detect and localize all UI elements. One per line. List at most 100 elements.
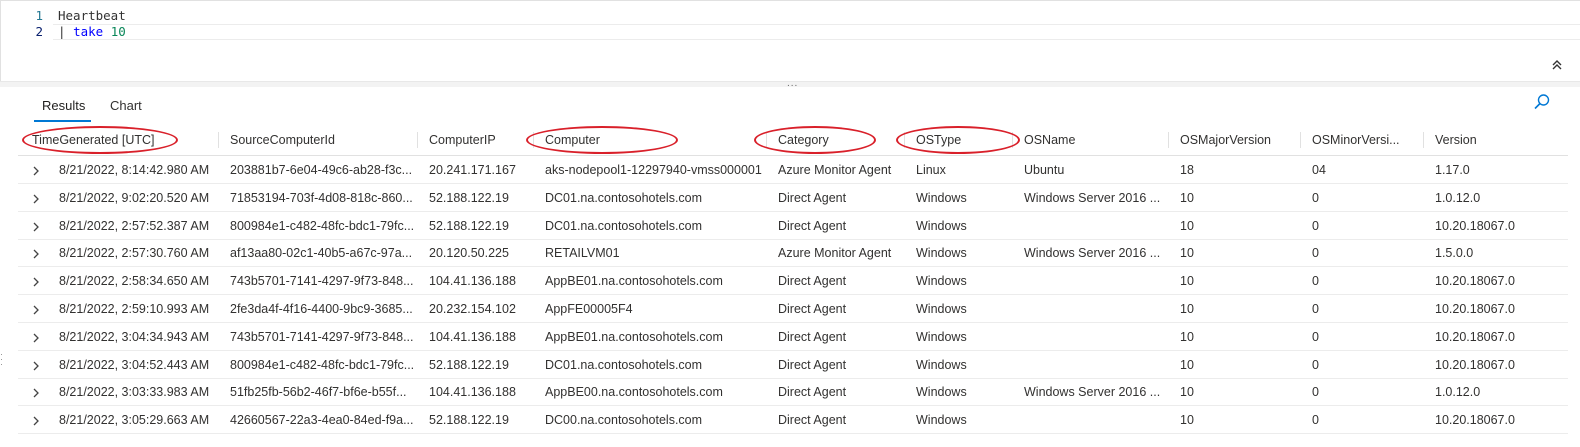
table-row[interactable]: 8/21/2022, 3:04:52.443 AM 800984e1-c482-4…: [18, 351, 1568, 379]
table-cell: 8/21/2022, 2:57:52.387 AM: [59, 218, 210, 233]
column-header[interactable]: SourceComputerId: [230, 124, 420, 156]
chevron-right-icon[interactable]: [32, 359, 42, 371]
table-cell: 18: [1180, 163, 1194, 177]
table-cell: 104.41.136.188: [429, 385, 516, 400]
grid-header: TimeGenerated [UTC] SourceComputerId Compu…: [18, 124, 1568, 156]
table-cell: 800984e1-c482-48fc-bdc1-79fc...: [230, 218, 415, 233]
tab-results[interactable]: Results: [33, 96, 92, 122]
table-row[interactable]: 8/21/2022, 3:05:29.663 AM 42660567-22a3-4…: [18, 406, 1568, 435]
table-cell: [1024, 351, 1174, 379]
pipe-operator: |: [58, 24, 66, 39]
table-cell: Windows: [916, 329, 967, 344]
table-cell: 20.120.50.225: [429, 246, 509, 261]
column-resize-handle[interactable]: [533, 132, 534, 148]
table-row[interactable]: 8/21/2022, 3:03:33.983 AM 51fb25fb-56b2-4…: [18, 378, 1568, 407]
table-cell: 0: [1312, 218, 1319, 233]
table-cell: 0: [1312, 246, 1319, 261]
table-cell: 20.241.171.167: [429, 163, 516, 177]
table-cell: 52.188.122.19: [429, 190, 509, 205]
table-cell: 8/21/2022, 2:58:34.650 AM: [59, 274, 210, 289]
line-number: 1: [35, 8, 43, 23]
table-cell: 10: [1180, 190, 1194, 205]
chevron-right-icon[interactable]: [32, 386, 42, 398]
table-cell: DC00.na.contosohotels.com: [545, 413, 703, 428]
table-cell: Direct Agent: [778, 357, 847, 372]
table-cell: 52.188.122.19: [429, 357, 509, 372]
column-resize-handle[interactable]: [1012, 132, 1013, 148]
chevron-right-icon[interactable]: [32, 220, 42, 232]
table-cell: 8/21/2022, 3:05:29.663 AM: [59, 413, 210, 428]
table-cell: Direct Agent: [778, 274, 847, 289]
table-cell: 10: [1180, 274, 1194, 289]
table-cell: Direct Agent: [778, 385, 847, 400]
table-cell: 10: [1180, 357, 1194, 372]
column-resize-handle[interactable]: [1168, 132, 1169, 148]
table-cell: Windows: [916, 357, 967, 372]
code-line-1[interactable]: 1 Heartbeat: [1, 8, 1580, 24]
left-resize-grip[interactable]: · · ·: [0, 350, 3, 369]
table-row[interactable]: 8/21/2022, 9:02:20.520 AM 71853194-703f-4…: [18, 184, 1568, 212]
table-row[interactable]: 8/21/2022, 2:58:34.650 AM 743b5701-7141-4…: [18, 267, 1568, 296]
table-cell: 10: [1180, 413, 1194, 428]
column-header[interactable]: OSType: [916, 124, 1016, 156]
table-cell: Windows: [916, 246, 967, 261]
column-resize-handle[interactable]: [766, 132, 767, 148]
query-editor[interactable]: 1 Heartbeat 2 | take 10: [0, 0, 1580, 82]
table-row[interactable]: 8/21/2022, 8:14:42.980 AM 203881b7-6e04-4…: [18, 156, 1568, 184]
table-row[interactable]: 8/21/2022, 2:59:10.993 AM 2fe3da4f-4f16-4…: [18, 295, 1568, 323]
table-cell: Direct Agent: [778, 302, 847, 316]
table-cell: Windows Server 2016 ...: [1024, 190, 1161, 205]
column-resize-handle[interactable]: [1300, 132, 1301, 148]
tab-chart[interactable]: Chart: [110, 96, 142, 116]
column-header[interactable]: ComputerIP: [429, 124, 539, 156]
table-cell: Direct Agent: [778, 190, 847, 205]
table-cell: 10.20.18067.0: [1435, 413, 1515, 428]
table-cell: 8/21/2022, 3:04:34.943 AM: [59, 329, 210, 344]
table-row[interactable]: 8/21/2022, 2:57:30.760 AM af13aa80-02c1-4…: [18, 239, 1568, 268]
chevron-right-icon[interactable]: [32, 247, 42, 259]
table-cell: 1.5.0.0: [1435, 246, 1474, 261]
table-cell: 04: [1312, 163, 1326, 177]
search-icon[interactable]: [1533, 93, 1553, 113]
table-cell: Windows: [916, 218, 967, 233]
table-cell: 20.232.154.102: [429, 302, 516, 316]
chevron-right-icon[interactable]: [32, 303, 42, 315]
code-line-2[interactable]: 2 | take 10: [1, 24, 1580, 40]
chevron-right-icon[interactable]: [32, 414, 42, 426]
table-cell: [1024, 212, 1174, 240]
table-cell: AppBE00.na.contosohotels.com: [545, 385, 723, 400]
table-cell: DC01.na.contosohotels.com: [545, 357, 703, 372]
chevron-right-icon[interactable]: [32, 275, 42, 287]
table-cell: DC01.na.contosohotels.com: [545, 218, 703, 233]
column-resize-handle[interactable]: [1423, 132, 1424, 148]
table-cell: 8/21/2022, 9:02:20.520 AM: [59, 190, 210, 205]
table-cell: [1024, 295, 1174, 323]
column-header[interactable]: OSMinorVersi...: [1312, 124, 1430, 156]
table-cell: 8/21/2022, 2:59:10.993 AM: [59, 302, 210, 316]
table-row[interactable]: 8/21/2022, 3:04:34.943 AM 743b5701-7141-4…: [18, 323, 1568, 351]
chevron-right-icon[interactable]: [32, 164, 42, 176]
table-cell: 42660567-22a3-4ea0-84ed-f9a...: [230, 413, 414, 428]
column-header[interactable]: OSMajorVersion: [1180, 124, 1305, 156]
table-cell: 0: [1312, 329, 1319, 344]
column-header[interactable]: Category: [778, 124, 908, 156]
splitter-grip[interactable]: ...: [787, 78, 798, 89]
column-resize-handle[interactable]: [904, 132, 905, 148]
table-cell: Windows: [916, 274, 967, 289]
table-cell: 0: [1312, 413, 1319, 428]
table-cell: 104.41.136.188: [429, 274, 516, 289]
column-header[interactable]: Version: [1435, 124, 1565, 156]
table-cell: 8/21/2022, 3:03:33.983 AM: [59, 385, 210, 400]
chevron-right-icon[interactable]: [32, 331, 42, 343]
table-cell: Windows Server 2016 ...: [1024, 246, 1161, 261]
table-cell: 1.0.12.0: [1435, 385, 1481, 400]
chevron-right-icon[interactable]: [32, 192, 42, 204]
column-header[interactable]: Computer: [545, 124, 770, 156]
table-row[interactable]: 8/21/2022, 2:57:52.387 AM 800984e1-c482-4…: [18, 212, 1568, 240]
column-header[interactable]: OSName: [1024, 124, 1174, 156]
double-chevron-up-icon[interactable]: [1549, 58, 1565, 74]
table-cell: 10: [1180, 246, 1194, 261]
column-resize-handle[interactable]: [218, 132, 219, 148]
column-resize-handle[interactable]: [417, 132, 418, 148]
column-header[interactable]: TimeGenerated [UTC]: [32, 124, 222, 156]
